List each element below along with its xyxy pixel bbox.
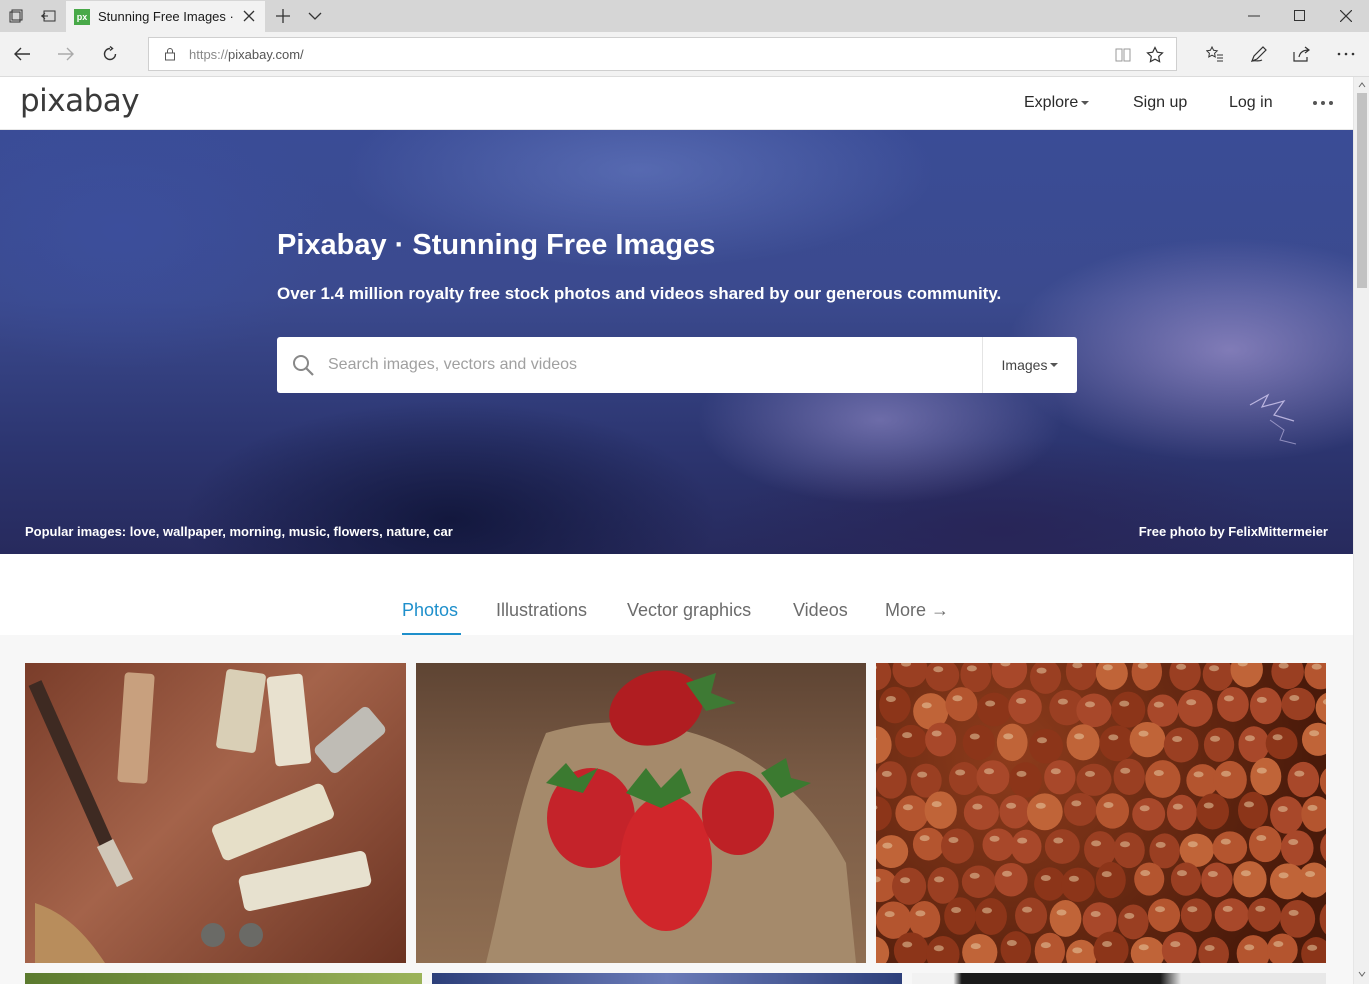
popular-term-link[interactable]: love	[130, 524, 156, 539]
tab-illustrations[interactable]: Illustrations	[496, 600, 587, 621]
hazelnuts-photo[interactable]	[876, 663, 1326, 963]
pen-icon[interactable]	[1241, 37, 1277, 71]
popular-term-link[interactable]: morning	[230, 524, 282, 539]
favorite-star-icon[interactable]	[1146, 46, 1164, 64]
reading-view-icon[interactable]	[1114, 46, 1132, 64]
popular-images: Popular images: love, wallpaper, morning…	[25, 524, 453, 539]
pixabay-logo[interactable]: pixabay	[20, 83, 140, 119]
lock-icon	[165, 48, 175, 61]
back-icon[interactable]	[4, 37, 40, 71]
signup-link[interactable]: Sign up	[1133, 94, 1187, 112]
popular-term-link[interactable]: flowers	[334, 524, 380, 539]
hero-title: Pixabay · Stunning Free Images	[277, 229, 716, 261]
tab-actions-icon[interactable]	[0, 0, 32, 32]
pixabay-favicon-icon: px	[74, 8, 90, 25]
explore-menu[interactable]: Explore	[1024, 94, 1090, 112]
more-icon[interactable]	[1328, 37, 1364, 71]
caret-down-icon	[1050, 363, 1059, 367]
photo-credit-link[interactable]: Free photo by FelixMittermeier	[1139, 524, 1328, 539]
tab-preview-chevron-icon[interactable]	[299, 0, 331, 32]
browser-titlebar: px Stunning Free Images ·	[0, 0, 1369, 32]
search-input[interactable]	[328, 337, 978, 393]
scroll-up-icon[interactable]	[1358, 81, 1366, 89]
tab-photos[interactable]: Photos	[402, 600, 458, 621]
share-icon[interactable]	[1284, 37, 1320, 71]
popular-term-link[interactable]: car	[433, 524, 453, 539]
popular-term-link[interactable]: nature	[386, 524, 426, 539]
favorites-hub-icon[interactable]	[1197, 37, 1233, 71]
close-tab-icon[interactable]	[241, 8, 257, 24]
forward-icon[interactable]	[48, 37, 84, 71]
set-tabs-aside-icon[interactable]	[32, 0, 64, 32]
maximize-icon[interactable]	[1277, 0, 1323, 32]
media-type-select[interactable]: Images	[982, 337, 1077, 393]
tab-videos[interactable]: Videos	[793, 600, 848, 621]
hero-subtitle: Over 1.4 million royalty free stock phot…	[277, 284, 1002, 303]
close-window-icon[interactable]	[1323, 0, 1369, 32]
scrollbar-thumb[interactable]	[1357, 93, 1367, 288]
refresh-icon[interactable]	[92, 37, 128, 71]
blueberries-photo[interactable]	[432, 973, 902, 984]
strawberries-photo[interactable]	[416, 663, 866, 963]
popular-term-link[interactable]: wallpaper	[163, 524, 222, 539]
media-type-tabs: Photos Illustrations Vector graphics Vid…	[0, 554, 1353, 635]
minimize-icon[interactable]	[1231, 0, 1277, 32]
browser-tab-active[interactable]: px Stunning Free Images ·	[66, 1, 265, 32]
more-menu-icon[interactable]	[1313, 101, 1333, 105]
scroll-down-icon[interactable]	[1358, 970, 1366, 978]
hero-banner: Pixabay · Stunning Free Images Over 1.4 …	[0, 130, 1353, 554]
new-tab-icon[interactable]	[267, 0, 299, 32]
nature-photo[interactable]	[25, 973, 422, 984]
paint-tubes-photo[interactable]	[25, 663, 406, 963]
tab-vector-graphics[interactable]: Vector graphics	[627, 600, 751, 621]
image-grid	[0, 635, 1353, 984]
monochrome-photo[interactable]	[912, 973, 1326, 984]
tab-title: Stunning Free Images ·	[98, 9, 234, 24]
search-bar: Images	[277, 337, 1077, 393]
address-field[interactable]: https://pixabay.com/	[148, 37, 1177, 71]
tab-more[interactable]: More →	[885, 600, 949, 621]
search-icon[interactable]	[291, 353, 315, 377]
browser-toolbar: https://pixabay.com/	[0, 32, 1369, 77]
login-link[interactable]: Log in	[1229, 94, 1273, 112]
site-header: pixabay Explore Sign up Log in	[0, 77, 1353, 130]
page-scrollbar[interactable]	[1353, 77, 1369, 984]
web-page: pixabay Explore Sign up Log in Pixabay ·…	[0, 77, 1353, 984]
url-text: https://pixabay.com/	[189, 46, 304, 62]
popular-term-link[interactable]: music	[289, 524, 327, 539]
caret-down-icon	[1081, 100, 1090, 105]
